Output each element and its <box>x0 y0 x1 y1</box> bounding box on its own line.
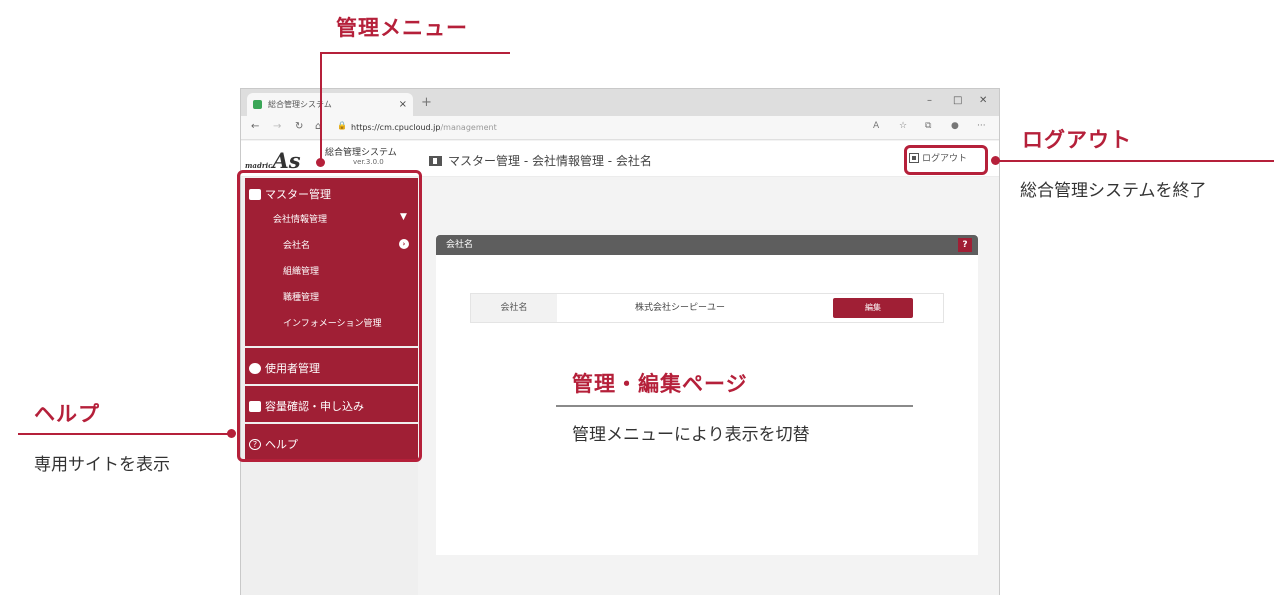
window-close-icon[interactable]: ✕ <box>979 95 987 106</box>
menu-highlight <box>237 170 422 462</box>
callout-help-desc: 専用サイトを表示 <box>34 455 170 475</box>
new-tab-icon[interactable]: + <box>421 95 432 110</box>
master-icon <box>429 155 442 166</box>
edit-button[interactable]: 編集 <box>833 298 913 318</box>
callout-logout-dot <box>991 156 1000 165</box>
logout-highlight <box>904 145 988 175</box>
profile-icon[interactable]: ● <box>951 121 959 131</box>
favorite-star-icon[interactable]: ☆ <box>899 121 907 131</box>
row-value: 株式会社シーピーユー <box>634 303 725 313</box>
callout-logout-title: ログアウト <box>1022 128 1132 152</box>
url-host: https://cm.cpucloud.jp <box>351 123 441 132</box>
row-label: 会社名 <box>471 294 557 322</box>
tab-close-icon[interactable]: × <box>399 99 407 110</box>
callout-logout-desc: 総合管理システムを終了 <box>1020 181 1207 201</box>
callout-logout-line <box>996 160 1274 162</box>
system-name: 総合管理システム <box>325 148 397 158</box>
reload-icon[interactable]: ↻ <box>295 121 303 132</box>
callout-menu-dot <box>316 158 325 167</box>
url-field[interactable]: https://cm.cpucloud.jp/management <box>351 120 871 136</box>
callout-menu-title: 管理メニュー <box>336 16 468 40</box>
callout-edit-desc: 管理メニューにより表示を切替 <box>572 425 810 445</box>
read-aloud-icon[interactable]: A <box>873 121 879 131</box>
site-favicon-icon <box>253 100 262 109</box>
address-bar: ← → ↻ ⌂ 🔒 https://cm.cpucloud.jp/managem… <box>241 116 999 140</box>
breadcrumb: マスター管理 - 会社情報管理 - 会社名 <box>429 152 652 169</box>
company-name-row: 会社名 株式会社シーピーユー 編集 <box>470 293 944 323</box>
lock-icon: 🔒 <box>337 121 347 130</box>
url-path: /management <box>440 123 497 132</box>
callout-help-dot <box>227 429 236 438</box>
tab-title: 総合管理システム <box>268 100 332 109</box>
maximize-icon[interactable]: □ <box>953 95 962 106</box>
collections-icon[interactable]: ⧉ <box>925 121 931 131</box>
tab-bar: 総合管理システム × + – □ ✕ <box>241 89 999 116</box>
help-button[interactable]: ? <box>958 238 972 252</box>
minimize-icon[interactable]: – <box>927 95 932 106</box>
back-icon[interactable]: ← <box>251 121 259 132</box>
panel-header: 会社名 ? <box>436 235 978 255</box>
panel-title: 会社名 <box>446 240 474 250</box>
callout-edit-line <box>556 405 913 407</box>
system-version: ver.3.0.0 <box>353 158 384 166</box>
forward-icon[interactable]: → <box>273 121 281 132</box>
callout-menu-underline <box>320 52 510 54</box>
browser-tab[interactable]: 総合管理システム × <box>247 93 413 116</box>
breadcrumb-text: マスター管理 - 会社情報管理 - 会社名 <box>448 154 652 168</box>
more-menu-icon[interactable]: ··· <box>977 121 986 131</box>
callout-help-line <box>18 433 232 435</box>
callout-edit-title: 管理・編集ページ <box>572 372 748 396</box>
callout-menu-leader <box>320 52 322 162</box>
callout-help-title: ヘルプ <box>34 402 100 426</box>
